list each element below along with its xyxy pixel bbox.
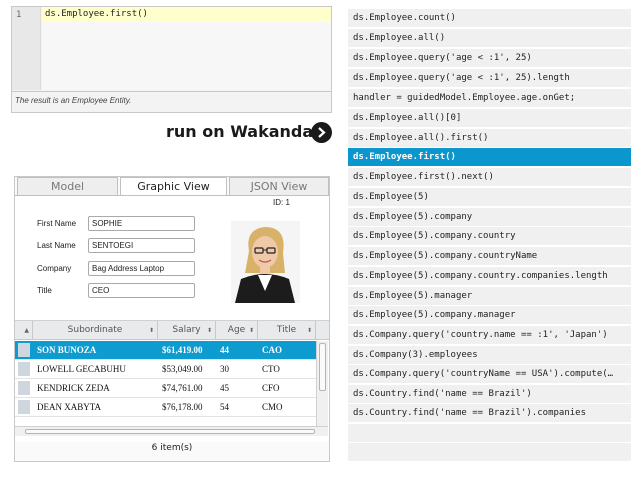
chevron-right-icon[interactable] <box>311 122 332 143</box>
sort-arrows-icon: ⬍ <box>248 327 254 334</box>
table-vertical-scrollbar[interactable] <box>316 341 328 427</box>
example-item[interactable]: ds.Employee(5) <box>348 188 631 206</box>
example-item-active[interactable]: ds.Employee.first() <box>348 148 631 166</box>
avatar <box>18 343 30 357</box>
cell-salary: $76,178.00 <box>162 402 203 412</box>
entity-id-label: ID: 1 <box>273 198 290 207</box>
example-item[interactable]: ds.Employee(5).company.countryName <box>348 247 631 265</box>
empty-list-slot <box>348 443 631 461</box>
example-item[interactable]: ds.Employee.count() <box>348 9 631 27</box>
example-item[interactable]: ds.Employee.first().next() <box>348 168 631 186</box>
item-count: 6 item(s) <box>151 443 193 453</box>
employee-photo <box>231 221 300 303</box>
title-field[interactable]: CEO <box>88 283 195 298</box>
column-title[interactable]: Title ⬍ <box>258 321 316 340</box>
table-row[interactable]: SON BUNOZA $61,419.00 44 CAO <box>15 341 316 360</box>
first-name-label: First Name <box>37 219 77 228</box>
cell-name: DEAN XABYTA <box>37 402 102 412</box>
example-item[interactable]: ds.Employee(5).company.country <box>348 227 631 245</box>
cell-salary: $61,419.00 <box>162 345 203 355</box>
column-salary[interactable]: Salary ⬍ <box>158 321 216 340</box>
scrollbar-thumb[interactable] <box>319 343 326 391</box>
example-item[interactable]: ds.Employee.all()[0] <box>348 109 631 127</box>
tab-graphic-view[interactable]: Graphic View <box>120 177 227 196</box>
column-label: Age <box>227 325 246 335</box>
example-item[interactable]: ds.Employee.all().first() <box>348 129 631 147</box>
empty-list-slot <box>348 424 631 442</box>
table-row[interactable]: DEAN XABYTA $76,178.00 54 CMO <box>15 398 316 417</box>
cell-age: 44 <box>220 345 229 355</box>
sort-arrows-icon: ⬍ <box>206 327 212 334</box>
example-item[interactable]: ds.Employee.query('age < :1', 25).length <box>348 69 631 87</box>
example-item[interactable]: ds.Country.find('name == Brazil').compan… <box>348 404 631 422</box>
example-item[interactable]: ds.Employee(5).company.country.companies… <box>348 267 631 285</box>
company-field[interactable]: Bag Address Laptop <box>88 261 195 276</box>
example-item[interactable]: ds.Company.query('countryName == USA').c… <box>348 365 631 383</box>
cell-salary: $74,761.00 <box>162 383 203 393</box>
avatar <box>18 381 30 395</box>
example-item[interactable]: ds.Country.find('name == Brazil') <box>348 385 631 403</box>
code-area[interactable]: ds.Employee.first() <box>42 7 331 90</box>
example-item[interactable]: ds.Employee(5).company <box>348 208 631 226</box>
line-gutter: 1 <box>12 7 41 90</box>
sort-arrows-icon: ⬍ <box>306 327 312 334</box>
cell-name: SON BUNOZA <box>37 345 97 355</box>
table-row[interactable]: LOWELL GECABUHU $53,049.00 30 CTO <box>15 360 316 379</box>
column-age[interactable]: Age ⬍ <box>216 321 258 340</box>
example-item[interactable]: ds.Employee.all() <box>348 29 631 47</box>
cell-age: 54 <box>220 402 229 412</box>
result-description: The result is an Employee Entity. <box>12 91 331 112</box>
run-label[interactable]: run on Wakanda <box>166 122 313 141</box>
column-label: Subordinate <box>67 325 123 335</box>
graphic-view-content: ID: 1 First Name SOPHIE Last Name SENTOE… <box>15 196 329 442</box>
sort-column-header[interactable]: ▲ <box>15 321 33 340</box>
sort-arrows-icon: ▲ <box>24 327 29 334</box>
column-label: Title <box>276 325 297 335</box>
cell-title: CFO <box>262 383 280 393</box>
code-editor[interactable]: 1 ds.Employee.first() The result is an E… <box>11 6 332 113</box>
column-subordinate[interactable]: Subordinate ⬍ <box>33 321 158 340</box>
last-name-field[interactable]: SENTOEGI <box>88 238 195 253</box>
line-number: 1 <box>16 10 22 20</box>
column-label: Salary <box>172 325 201 335</box>
example-item[interactable]: ds.Employee.query('age < :1', 25) <box>348 49 631 67</box>
result-viewer: Model Graphic View JSON View ID: 1 First… <box>14 176 330 462</box>
first-name-field[interactable]: SOPHIE <box>88 216 195 231</box>
tab-json-view[interactable]: JSON View <box>229 177 329 195</box>
cell-name: KENDRICK ZEDA <box>37 383 110 393</box>
company-label: Company <box>37 264 72 273</box>
cell-title: CAO <box>262 345 282 355</box>
scrollbar-thumb[interactable] <box>25 429 315 434</box>
title-label: Title <box>37 286 52 295</box>
example-item[interactable]: handler = guidedModel.Employee.age.onGet… <box>348 89 631 107</box>
example-item[interactable]: ds.Employee(5).manager <box>348 287 631 305</box>
cell-age: 30 <box>220 364 229 374</box>
code-text[interactable]: ds.Employee.first() <box>45 9 148 19</box>
cell-age: 45 <box>220 383 229 393</box>
current-line-highlight: ds.Employee.first() <box>42 7 331 22</box>
table-row[interactable]: KENDRICK ZEDA $74,761.00 45 CFO <box>15 379 316 398</box>
tab-model[interactable]: Model <box>17 177 118 195</box>
table-horizontal-scrollbar[interactable] <box>15 426 328 436</box>
subordinates-table-header: ▲ Subordinate ⬍ Salary ⬍ Age ⬍ Title ⬍ <box>15 320 329 340</box>
last-name-label: Last Name <box>37 241 76 250</box>
example-item[interactable]: ds.Employee(5).company.manager <box>348 306 631 324</box>
sort-arrows-icon: ⬍ <box>148 327 154 334</box>
example-item[interactable]: ds.Company.query('country.name == :1', '… <box>348 326 631 344</box>
cell-title: CMO <box>262 402 283 412</box>
avatar <box>18 400 30 414</box>
cell-name: LOWELL GECABUHU <box>37 364 126 374</box>
cell-title: CTO <box>262 364 280 374</box>
cell-salary: $53,049.00 <box>162 364 203 374</box>
example-item[interactable]: ds.Company(3).employees <box>348 346 631 364</box>
avatar <box>18 362 30 376</box>
